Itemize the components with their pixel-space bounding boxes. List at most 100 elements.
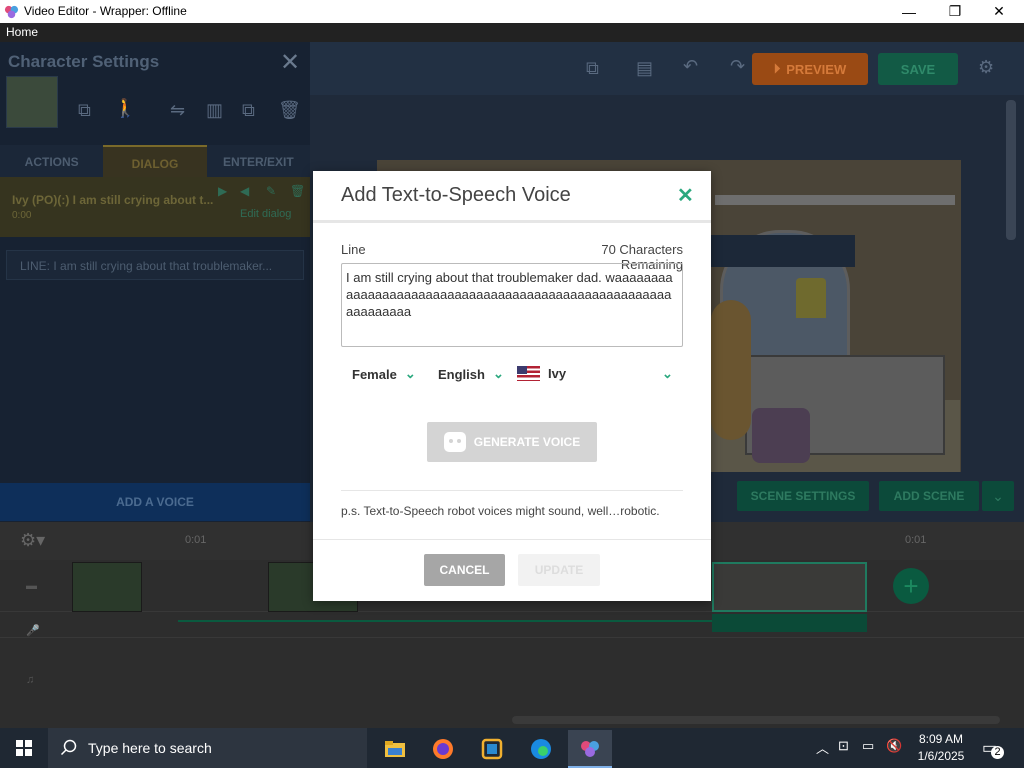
close-window-button[interactable]: ✕	[976, 0, 1022, 23]
voice-waveform-selected[interactable]	[712, 614, 867, 632]
dialog-row[interactable]	[0, 177, 310, 237]
network-icon[interactable]: ▭	[862, 738, 874, 754]
window-title-bar: Video Editor - Wrapper: Offline — ❐ ✕	[0, 0, 1024, 23]
wrapper-app-icon[interactable]	[568, 730, 612, 768]
dialog-play-icon[interactable]: ▶	[218, 184, 227, 198]
tab-actions[interactable]: ACTIONS	[0, 145, 103, 177]
app-logo-icon	[4, 5, 19, 19]
undo-icon[interactable]: ↶	[683, 56, 698, 77]
stage-character-toolbar	[700, 235, 855, 267]
panel-tabs: ACTIONS DIALOG ENTER/EXIT	[0, 145, 310, 177]
scene-thumbnail-selected[interactable]	[712, 562, 867, 612]
volume-muted-icon[interactable]: 🔇	[886, 738, 902, 754]
copy-character-icon[interactable]: ⧉	[78, 100, 91, 121]
timeline-music-row	[0, 638, 1024, 728]
taskbar-search[interactable]: Type here to search	[48, 728, 367, 768]
modal-divider	[341, 490, 683, 491]
robot-icon	[443, 432, 466, 452]
scene-thumbnail[interactable]	[72, 562, 142, 612]
dialog-delete-icon[interactable]: 🗑	[290, 184, 305, 198]
notification-count: 2	[991, 746, 1004, 759]
add-scene-plus-button[interactable]: +	[893, 568, 929, 604]
gender-value: Female	[352, 366, 397, 382]
tray-expand-icon[interactable]: ︿	[816, 738, 829, 757]
search-icon	[60, 739, 77, 756]
line-textarea[interactable]: I am still crying about that troublemake…	[341, 263, 683, 347]
voice-value: Ivy	[548, 366, 567, 381]
music-track-icon: ♫	[26, 674, 35, 686]
settings-gear-icon[interactable]: ⚙	[978, 57, 994, 78]
layer-icon[interactable]: ▥	[206, 100, 223, 121]
paste-icon[interactable]: ▤	[636, 58, 653, 79]
play-icon: ⏵	[773, 61, 781, 76]
stage-character[interactable]	[711, 300, 751, 440]
language-value: English	[438, 366, 485, 382]
modal-header-divider	[313, 220, 711, 223]
us-flag-icon	[517, 366, 540, 381]
stage-lamp	[796, 278, 826, 318]
windows-logo-icon	[16, 740, 32, 756]
redo-icon[interactable]: ↷	[730, 56, 745, 77]
timeline-time-marker-start: 0:01	[185, 534, 207, 546]
preview-button[interactable]: ⏵ PREVIEW	[752, 53, 868, 85]
tray-app-icon[interactable]: ⊡	[838, 738, 849, 754]
action-walk-icon[interactable]: 🚶	[114, 98, 136, 119]
generate-voice-button[interactable]: GENERATE VOICE	[427, 422, 597, 462]
duplicate-icon[interactable]: ⧉	[242, 100, 255, 121]
gender-select[interactable]: Female ⌄	[352, 366, 416, 382]
robot-voice-note: p.s. Text-to-Speech robot voices might s…	[341, 504, 660, 518]
stage-stool	[752, 408, 810, 463]
chevron-down-icon: ⌄	[492, 366, 504, 381]
notification-icon[interactable]: 2 ▭	[982, 738, 1004, 759]
dialog-edit-link[interactable]: Edit dialog	[240, 208, 291, 220]
minimize-button[interactable]: —	[886, 0, 932, 23]
timeline-horizontal-scrollbar[interactable]	[512, 716, 1000, 724]
language-select[interactable]: English ⌄	[438, 366, 504, 382]
tts-modal	[313, 171, 711, 601]
update-button[interactable]: UPDATE	[518, 554, 600, 586]
timeline-settings-icon[interactable]: ⚙▾	[20, 530, 45, 551]
line-label: Line	[341, 242, 366, 257]
preview-label: PREVIEW	[786, 61, 847, 77]
window-title: Video Editor - Wrapper: Offline	[24, 4, 187, 18]
modal-title: Add Text-to-Speech Voice	[341, 184, 571, 206]
add-scene-button[interactable]: ADD SCENE	[879, 481, 979, 511]
line-preview-text: LINE: I am still crying about that troub…	[20, 259, 273, 273]
start-button[interactable]	[0, 728, 48, 768]
tab-dialog[interactable]: DIALOG	[103, 145, 207, 177]
voice-chevron-down-icon[interactable]: ⌄	[662, 366, 673, 382]
scene-settings-button[interactable]: SCENE SETTINGS	[737, 481, 869, 511]
generate-voice-label: GENERATE VOICE	[473, 435, 581, 449]
add-scene-dropdown[interactable]: ⌄	[982, 481, 1014, 511]
clock-time: 8:09 AM	[918, 732, 964, 746]
voice-select[interactable]: Ivy	[517, 366, 677, 381]
stage-shelf	[715, 195, 955, 205]
edge-icon[interactable]	[519, 730, 563, 768]
file-explorer-icon[interactable]	[373, 730, 417, 768]
dialog-time: 0:00	[12, 210, 32, 221]
panel-title: Character Settings	[8, 52, 160, 71]
timeline-time-marker-end: 0:01	[905, 534, 927, 546]
menu-home[interactable]: Home	[6, 25, 38, 39]
flip-icon[interactable]: ⇋	[170, 100, 185, 121]
save-button[interactable]: SAVE	[878, 53, 958, 85]
copy-icon[interactable]: ⧉	[586, 58, 599, 79]
trash-icon[interactable]: 🗑	[278, 100, 301, 121]
app-window-icon[interactable]	[470, 730, 514, 768]
dialog-edit-icon[interactable]: ✎	[266, 184, 276, 198]
modal-close-icon[interactable]: ✕	[677, 183, 694, 208]
add-voice-button[interactable]: ADD A VOICE	[0, 483, 310, 521]
dialog-volume-icon[interactable]: ◀	[240, 184, 249, 198]
character-avatar[interactable]	[6, 76, 58, 128]
cancel-button[interactable]: CANCEL	[424, 554, 505, 586]
clock-date: 1/6/2025	[917, 749, 965, 763]
system-clock[interactable]: 8:09 AM 1/6/2025	[906, 731, 976, 765]
tab-enter-exit[interactable]: ENTER/EXIT	[207, 145, 310, 177]
maximize-button[interactable]: ❐	[932, 0, 978, 23]
firefox-icon[interactable]	[421, 730, 465, 768]
chevron-down-icon: ⌄	[404, 366, 416, 381]
stage-vertical-scrollbar[interactable]	[1006, 100, 1016, 240]
panel-close-icon[interactable]: ✕	[280, 48, 300, 77]
voice-track-icon: 🎤	[26, 625, 40, 637]
scene-track-icon: ▬	[26, 580, 37, 592]
